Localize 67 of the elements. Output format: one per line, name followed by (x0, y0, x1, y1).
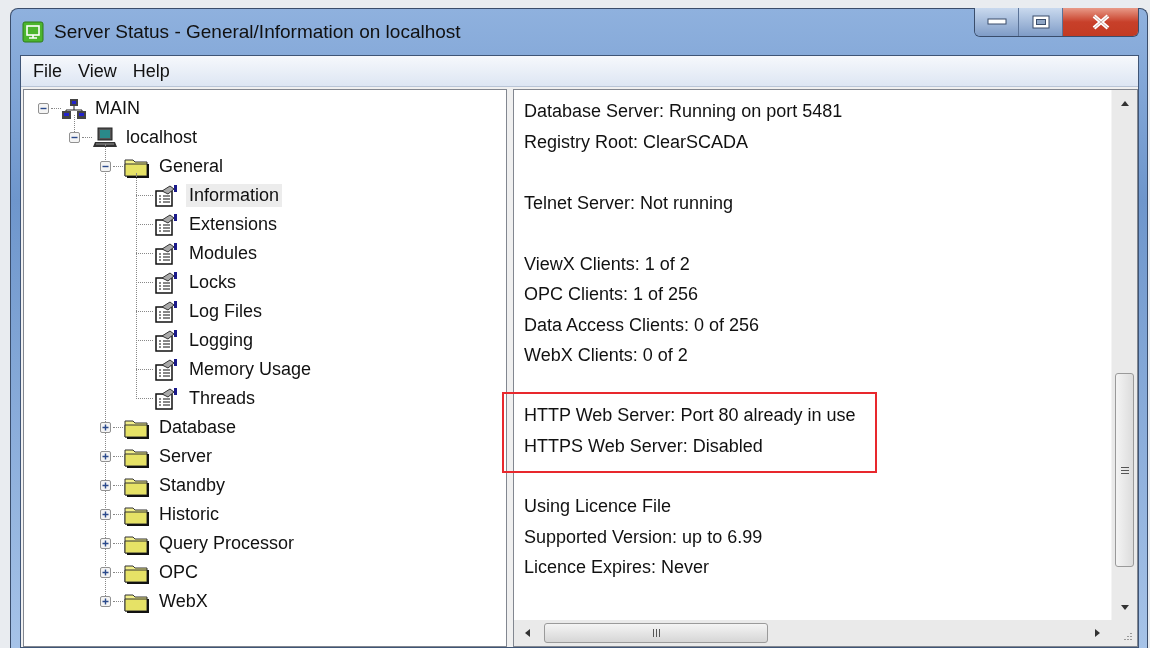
properties-page-icon (154, 300, 180, 323)
tree-item[interactable]: Query Processor (156, 532, 298, 555)
expand-icon[interactable] (100, 596, 111, 607)
collapse-icon[interactable] (69, 132, 80, 143)
menu-item[interactable]: Help (124, 58, 178, 84)
info-line: HTTPS Web Server: Disabled (524, 434, 764, 458)
tree-item[interactable]: localhost (123, 126, 201, 149)
tree-item[interactable]: Threads (186, 387, 259, 410)
tree-item[interactable]: WebX (156, 590, 211, 613)
grip-icon (651, 628, 661, 638)
info-line: Using Licence File (524, 495, 673, 518)
info-line: Licence Expires: Never (524, 556, 711, 579)
maximize-button[interactable] (1019, 8, 1063, 36)
grip-icon (1119, 465, 1130, 475)
properties-page-icon (154, 242, 180, 265)
expand-icon[interactable] (100, 509, 111, 520)
properties-page-icon (154, 184, 180, 207)
vertical-scrollbar[interactable] (1111, 90, 1137, 620)
properties-page-icon (154, 329, 180, 352)
expand-icon[interactable] (100, 422, 111, 433)
tree-item[interactable]: Database (156, 416, 240, 439)
tree-item[interactable]: Standby (156, 474, 229, 497)
minimize-icon (986, 18, 1007, 26)
horizontal-scrollbar[interactable] (514, 620, 1111, 646)
maximize-icon (1031, 15, 1050, 29)
collapse-icon[interactable] (38, 103, 49, 114)
tree-item[interactable]: General (156, 155, 227, 178)
menu-item[interactable]: View (70, 58, 125, 84)
close-button[interactable] (1063, 8, 1138, 36)
resize-grip-icon[interactable] (1122, 631, 1133, 642)
expand-icon[interactable] (100, 451, 111, 462)
properties-page-icon (154, 387, 180, 410)
info-line: OPC Clients: 1 of 256 (524, 283, 700, 306)
properties-page-icon (154, 358, 180, 381)
collapse-icon[interactable] (100, 161, 111, 172)
expand-icon[interactable] (100, 567, 111, 578)
info-line: Telnet Server: Not running (524, 191, 734, 215)
expand-icon[interactable] (100, 480, 111, 491)
tree-item[interactable]: Logging (186, 329, 257, 352)
info-line: ViewX Clients: 1 of 2 (524, 252, 691, 276)
info-line: HTTP Web Server: Port 80 already in use (524, 404, 856, 427)
tree-item[interactable]: Memory Usage (186, 358, 315, 381)
tree-item[interactable]: Information (186, 184, 283, 207)
computer-icon (93, 126, 117, 149)
scroll-thumb[interactable] (544, 623, 768, 643)
app-icon (22, 21, 44, 43)
tree-item[interactable]: Locks (186, 271, 240, 294)
info-line: Database Server: Running on port 5481 (524, 100, 843, 123)
tree-item[interactable]: Server (156, 445, 215, 468)
tree-item[interactable]: Log Files (186, 300, 266, 323)
info-line: Data Access Clients: 0 of 256 (524, 313, 760, 337)
tree-item[interactable]: Historic (156, 503, 222, 526)
scroll-thumb[interactable] (1115, 373, 1134, 567)
info-line: Registry Root: ClearSCADA (524, 130, 750, 154)
window-title: Server Status - General/Information on localhost (54, 21, 462, 43)
menu-item[interactable]: File (25, 58, 70, 84)
tree-item[interactable]: Extensions (186, 213, 281, 236)
info-line: Supported Version: up to 6.99 (524, 525, 763, 549)
tree-item[interactable]: Modules (186, 242, 261, 265)
properties-page-icon (154, 213, 180, 236)
tree-item[interactable]: MAIN (92, 97, 143, 120)
properties-page-icon (154, 271, 180, 294)
tree-item[interactable]: OPC (156, 561, 201, 584)
expand-icon[interactable] (100, 538, 111, 549)
minimize-button[interactable] (975, 8, 1019, 36)
network-icon (62, 97, 86, 120)
info-line: WebX Clients: 0 of 2 (524, 344, 689, 367)
